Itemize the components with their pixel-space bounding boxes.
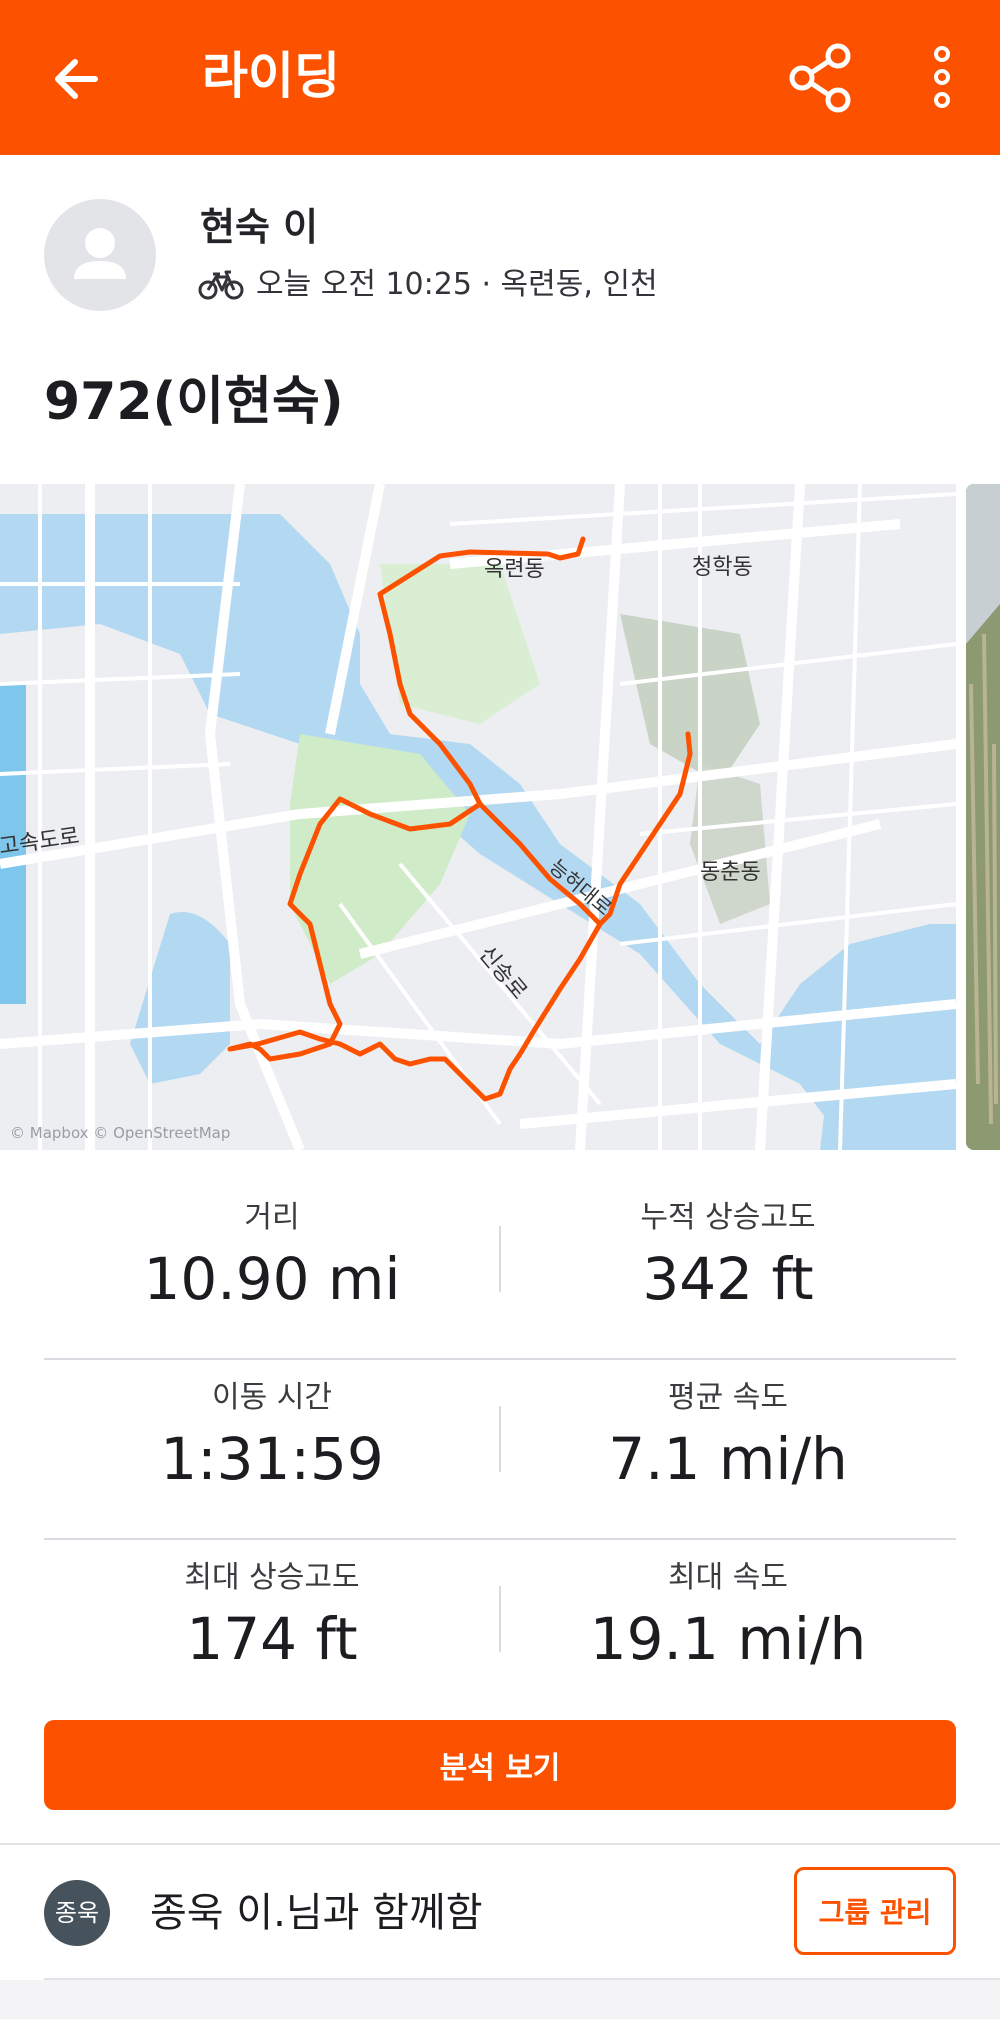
stat-distance: 거리 10.90 mi <box>44 1180 500 1314</box>
stat-value: 174 ft <box>186 1605 358 1673</box>
stat-value: 7.1 mi/h <box>608 1425 848 1493</box>
view-analysis-button[interactable]: 분석 보기 <box>44 1720 956 1810</box>
activity-meta-text: 오늘 오전 10:25 · 옥련동, 인천 <box>256 267 658 302</box>
stat-elevation-gain: 누적 상승고도 342 ft <box>500 1180 956 1314</box>
map-label-dongchun: 동춘동 <box>700 860 761 885</box>
stat-label: 거리 <box>244 1200 300 1235</box>
route-map[interactable]: 옥련동 청학동 동춘동 고속도로 신송로 능허대로 © Mapbox © Ope… <box>0 484 956 1150</box>
stat-value: 19.1 mi/h <box>589 1605 867 1673</box>
avatar[interactable] <box>44 199 156 311</box>
stat-label: 평균 속도 <box>668 1380 788 1415</box>
arrow-left-icon[interactable] <box>45 46 111 112</box>
activity-header: 현숙 이 오늘 오전 10:25 · 옥련동, 인천 972(이현숙) <box>0 155 1000 475</box>
page-title: 라이딩 <box>202 47 340 105</box>
map-label-okryeon: 옥련동 <box>484 557 545 582</box>
stats-grid: 거리 10.90 mi 누적 상승고도 342 ft 이동 시간 1:31:59… <box>44 1180 956 1720</box>
map-attribution[interactable]: © Mapbox © OpenStreetMap <box>10 1124 230 1142</box>
photo-thumbnail <box>966 484 1000 1150</box>
share-icon[interactable] <box>786 42 856 114</box>
stat-avg-speed: 평균 속도 7.1 mi/h <box>500 1360 956 1494</box>
stats-row: 최대 상승고도 174 ft 최대 속도 19.1 mi/h <box>44 1540 956 1720</box>
stat-value: 10.90 mi <box>143 1245 401 1313</box>
app-bar: 라이딩 <box>0 0 1000 155</box>
map-canvas: 옥련동 청학동 동춘동 고속도로 신송로 능허대로 © Mapbox © Ope… <box>0 484 956 1150</box>
athlete-name[interactable]: 현숙 이 <box>200 203 318 251</box>
stats-row: 거리 10.90 mi 누적 상승고도 342 ft <box>44 1180 956 1360</box>
manage-group-button[interactable]: 그룹 관리 <box>794 1867 956 1955</box>
stats-row: 이동 시간 1:31:59 평균 속도 7.1 mi/h <box>44 1360 956 1540</box>
stat-label: 최대 상승고도 <box>184 1560 360 1595</box>
group-text[interactable]: 종욱 이.님과 함께함 <box>150 1887 483 1939</box>
stat-max-speed: 최대 속도 19.1 mi/h <box>500 1540 956 1674</box>
stat-max-elevation: 최대 상승고도 174 ft <box>44 1540 500 1674</box>
more-vertical-icon[interactable] <box>922 44 962 110</box>
stat-label: 최대 속도 <box>668 1560 788 1595</box>
photo-preview[interactable] <box>966 484 1000 1150</box>
group-member-avatar[interactable]: 종욱 <box>44 1880 110 1946</box>
activity-meta: 오늘 오전 10:25 · 옥련동, 인천 <box>198 263 658 307</box>
stat-value: 342 ft <box>642 1245 814 1313</box>
stat-label: 이동 시간 <box>212 1380 332 1415</box>
stat-moving-time: 이동 시간 1:31:59 <box>44 1360 500 1494</box>
group-activity-row: 종욱 종욱 이.님과 함께함 그룹 관리 <box>0 1845 1000 1975</box>
activity-title: 972(이현숙) <box>44 372 344 432</box>
bike-icon <box>198 270 244 300</box>
stat-label: 누적 상승고도 <box>640 1200 816 1235</box>
user-icon <box>74 228 126 279</box>
stat-value: 1:31:59 <box>160 1425 384 1493</box>
map-label-cheonghak: 청학동 <box>692 555 753 580</box>
bottom-section <box>0 1980 1000 2019</box>
